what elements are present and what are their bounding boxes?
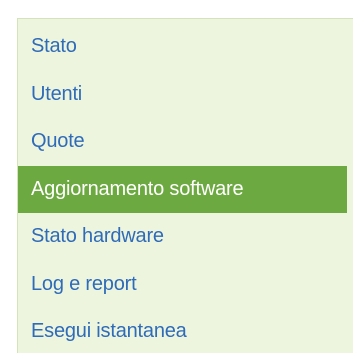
menu-item-label: Stato bbox=[31, 35, 77, 58]
menu-item-log-e-report[interactable]: Log e report bbox=[18, 261, 353, 309]
menu-list: Stato Utenti Quote Aggiornamento softwar… bbox=[18, 23, 353, 356]
menu-item-aggiornamento-software[interactable]: Aggiornamento software bbox=[18, 165, 347, 213]
menu-item-utenti[interactable]: Utenti bbox=[18, 71, 353, 119]
menu-item-label: Aggiornamento software bbox=[31, 177, 244, 200]
menu-item-label: Esegui istantanea bbox=[31, 320, 187, 343]
menu-item-stato[interactable]: Stato bbox=[18, 23, 353, 71]
menu-item-label: Stato hardware bbox=[31, 225, 164, 248]
menu-item-label: Log e report bbox=[31, 272, 137, 295]
navigation-menu: Stato Utenti Quote Aggiornamento softwar… bbox=[17, 18, 353, 353]
menu-item-label: Quote bbox=[31, 130, 85, 153]
menu-item-quote[interactable]: Quote bbox=[18, 118, 353, 166]
menu-item-stato-hardware[interactable]: Stato hardware bbox=[18, 213, 353, 261]
menu-item-label: Utenti bbox=[31, 82, 83, 105]
menu-item-esegui-istantanea[interactable]: Esegui istantanea bbox=[18, 308, 353, 356]
